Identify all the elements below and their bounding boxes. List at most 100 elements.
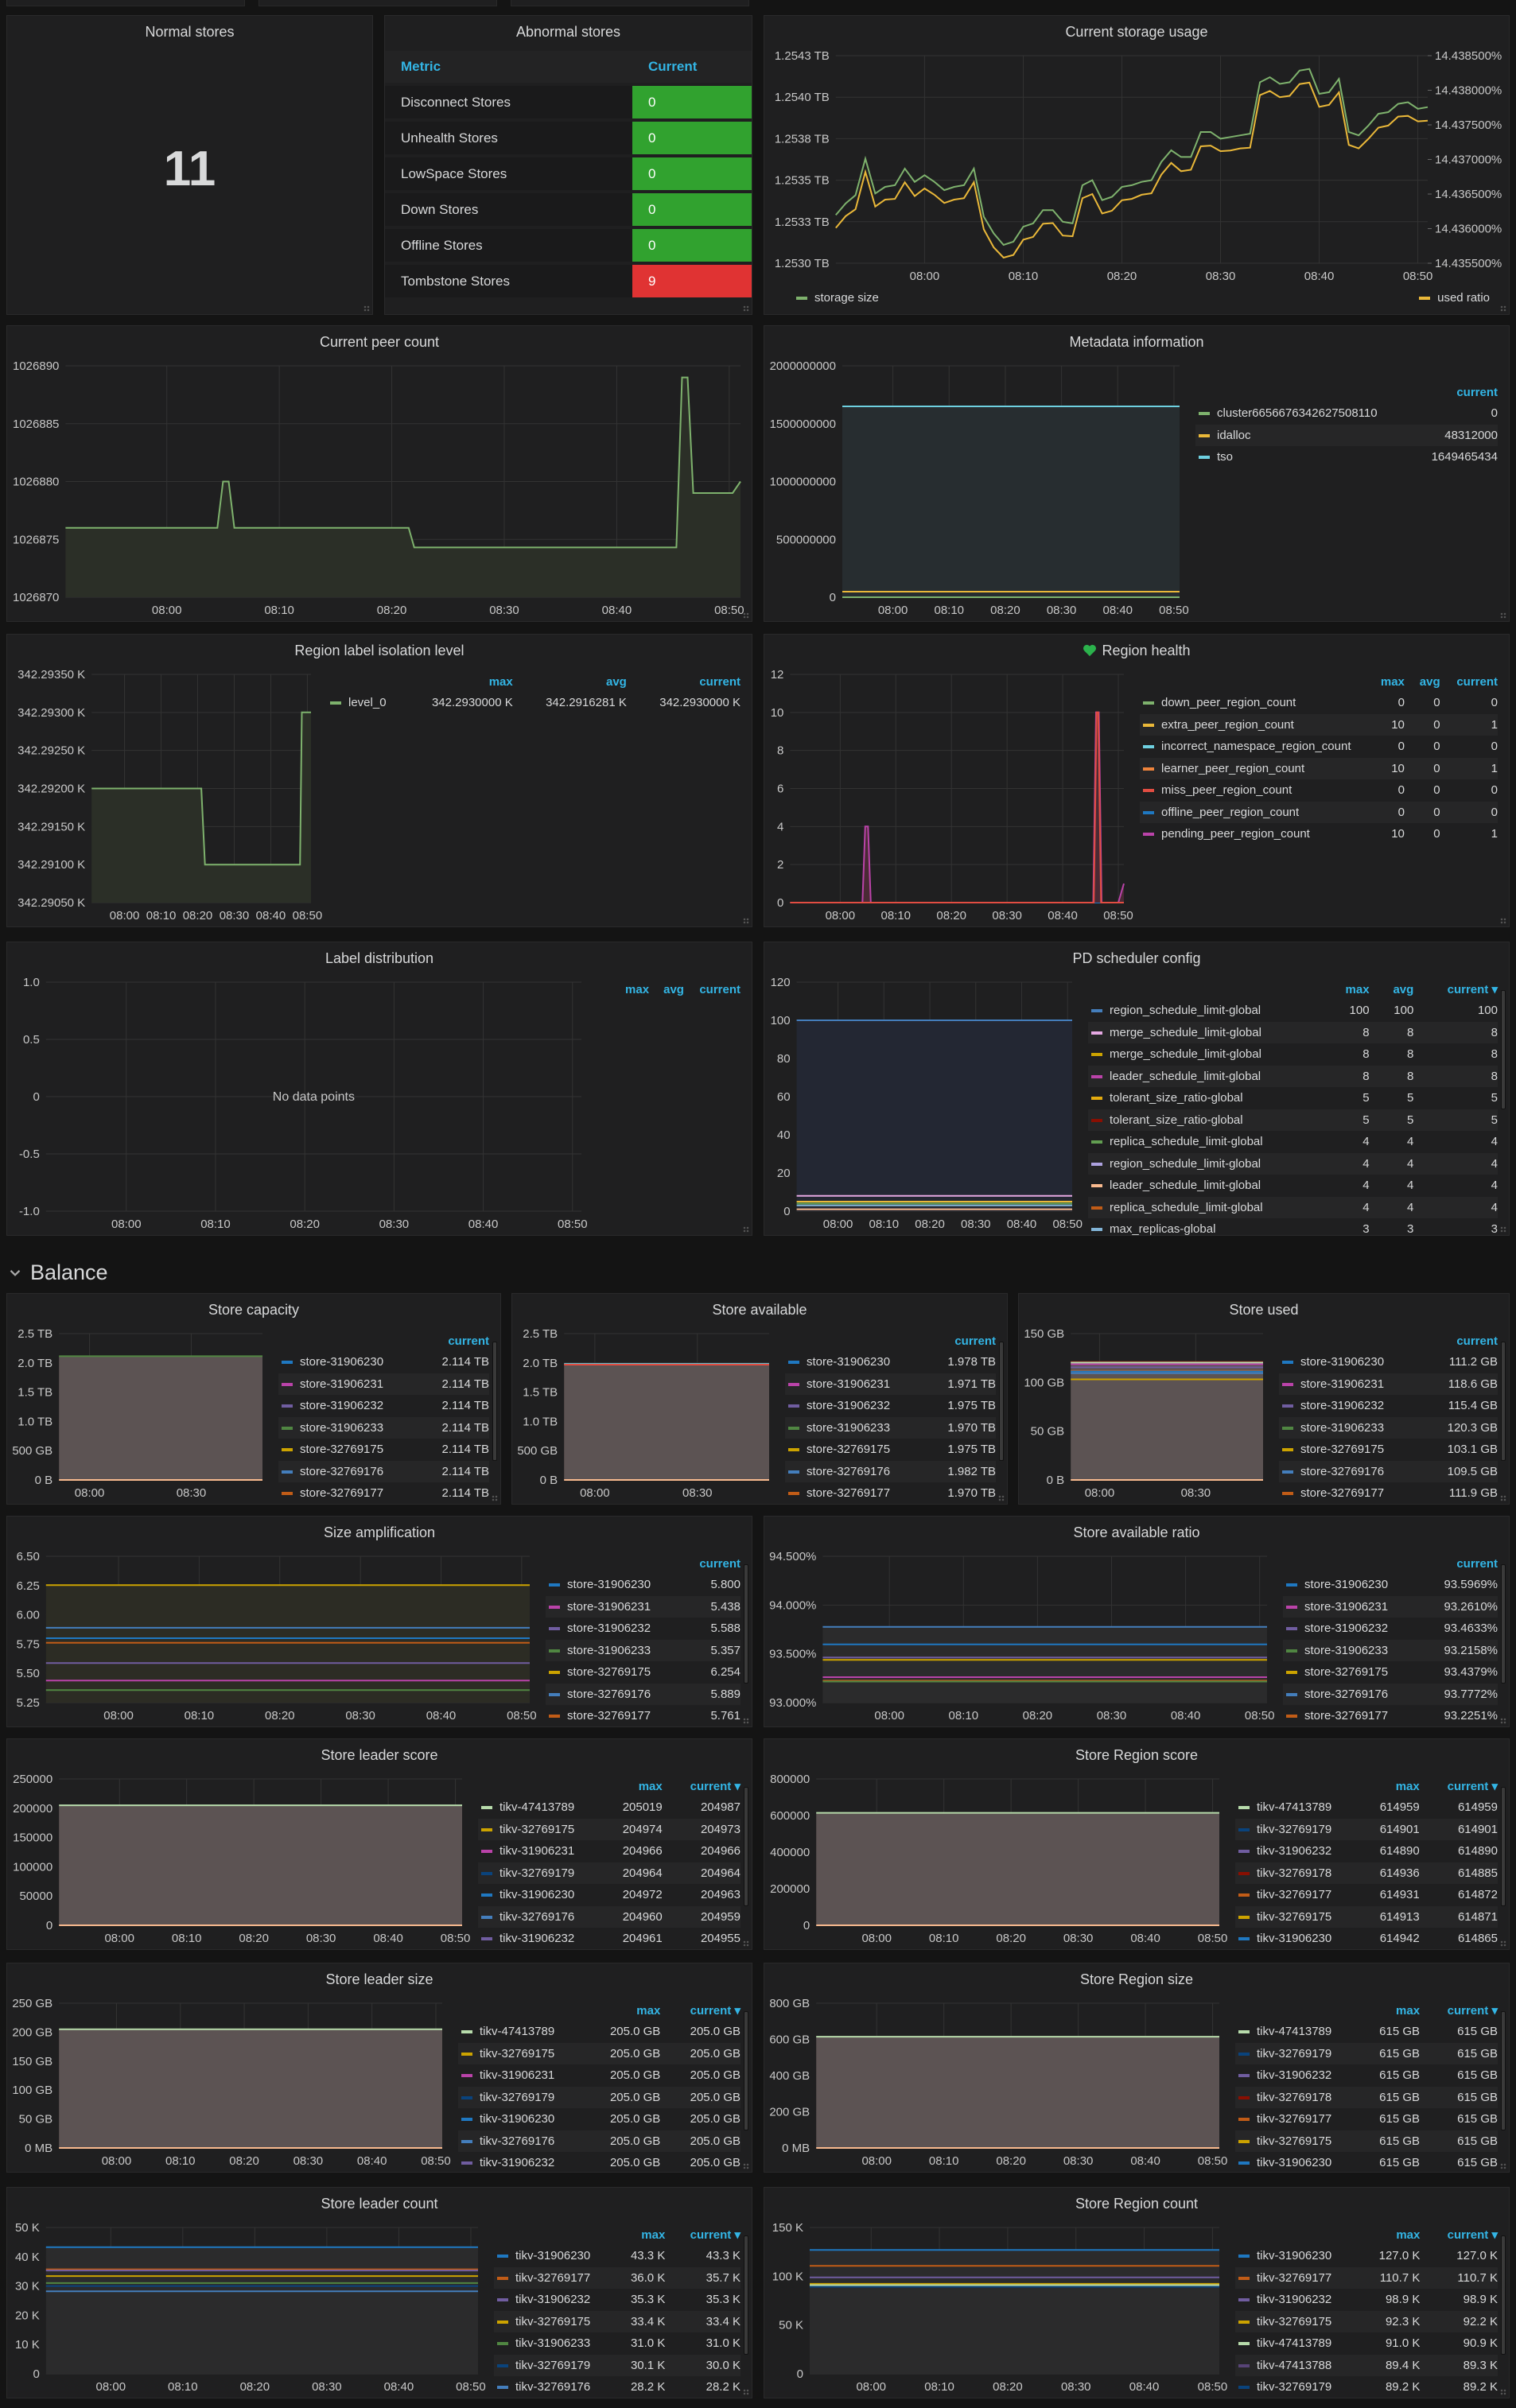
series-color-swatch[interactable] [282, 1382, 293, 1386]
legend-item[interactable]: max_replicas-global 3 3 3 [1088, 1218, 1498, 1235]
panel-title[interactable]: Normal stores [7, 16, 372, 48]
legend-item[interactable]: store-31906233 93.2158% [1283, 1639, 1498, 1661]
legend-item[interactable]: tikv-32769175 92.3 K 92.2 K [1235, 2310, 1498, 2332]
legend-scrollbar[interactable] [744, 2235, 748, 2355]
series-color-swatch[interactable] [1286, 1671, 1297, 1675]
panel-title[interactable]: Store available [512, 1294, 1007, 1326]
legend-item[interactable]: tikv-31906230 614942 614865 [1235, 1928, 1498, 1949]
legend-scrollbar[interactable] [744, 1564, 748, 1684]
series-color-swatch[interactable] [1238, 1893, 1250, 1897]
series-color-swatch[interactable] [282, 1426, 293, 1430]
series-color-swatch[interactable] [1238, 2030, 1250, 2034]
series-color-swatch[interactable] [1238, 1827, 1250, 1831]
legend-item[interactable]: idalloc 48312000 [1195, 424, 1498, 446]
legend-item[interactable]: store-31906233 120.3 GB [1279, 1416, 1498, 1439]
legend-item[interactable]: tikv-47413789 91.0 K 90.9 K [1235, 2332, 1498, 2355]
series-color-swatch[interactable] [461, 2118, 472, 2122]
legend-item[interactable]: extra_peer_region_count 10 0 1 [1140, 713, 1498, 736]
legend-column-header[interactable]: current ▾ [663, 1776, 741, 1796]
series-color-swatch[interactable] [1286, 1715, 1297, 1719]
legend-item[interactable]: replica_schedule_limit-global 4 4 4 [1088, 1196, 1498, 1218]
graph-plot[interactable]: 0 B 500 GB 1.0 TB 1.5 TB 2.0 TB 2.5 TB 08:00 08… [512, 1326, 780, 1504]
legend-item[interactable]: tikv-47413788 89.4 K 89.3 K [1235, 2354, 1498, 2376]
series-color-swatch[interactable] [1286, 1583, 1297, 1587]
series-color-swatch[interactable] [1286, 1605, 1297, 1609]
legend-item[interactable]: store-32769177 5.761 [546, 1705, 741, 1726]
legend-item[interactable]: store-32769177 2.114 TB [278, 1482, 489, 1504]
graph-plot[interactable]: 93.000% 93.500% 94.000% 94.500% 08:00 08:10 08… [764, 1548, 1278, 1726]
series-color-swatch[interactable] [788, 1492, 799, 1496]
legend-item[interactable]: store-32769176 5.889 [546, 1683, 741, 1705]
graph-plot[interactable]: 0 B 50 GB 100 GB 150 GB 08:00 08:30 [1019, 1326, 1274, 1504]
series-color-swatch[interactable] [788, 1448, 799, 1452]
series-color-swatch[interactable] [1238, 2095, 1250, 2099]
series-color-swatch[interactable] [1238, 2386, 1250, 2390]
legend-column-header[interactable]: max [581, 2000, 660, 2021]
panel-title[interactable]: Store available ratio [764, 1517, 1509, 1548]
legend-item[interactable]: level_0 342.2930000 K 342.2916281 K 342.293… [327, 692, 741, 714]
graph-plot[interactable]: 0 2 4 6 8 10 12 08:00 08:10 08:20 08:30 08:40 08:50 [764, 666, 1135, 926]
legend-item[interactable]: store-31906231 1.971 TB [785, 1373, 996, 1395]
graph-plot[interactable]: 5.25 5.50 5.75 6.00 6.25 6.50 08:00 08:10 08:20 0… [7, 1548, 541, 1726]
series-color-swatch[interactable] [461, 2161, 472, 2165]
series-color-swatch[interactable] [1238, 2052, 1250, 2056]
legend-item[interactable]: merge_schedule_limit-global 8 8 8 [1088, 1021, 1498, 1043]
series-color-swatch[interactable] [1286, 1692, 1297, 1696]
legend-item[interactable]: store-31906233 1.970 TB [785, 1416, 996, 1439]
legend-item[interactable]: tikv-32769177 615 GB 615 GB [1235, 2108, 1498, 2130]
legend-item[interactable]: store-31906230 1.978 TB [785, 1351, 996, 1373]
series-color-swatch[interactable] [1199, 456, 1210, 460]
legend-item[interactable]: tikv-31906232 205.0 GB 205.0 GB [458, 2152, 741, 2172]
graph-plot[interactable]: 0 MB 200 GB 400 GB 600 GB 800 GB 08:00 08:10 08… [764, 1995, 1230, 2172]
legend-column-header[interactable]: max [1354, 2224, 1420, 2245]
series-color-swatch[interactable] [461, 2052, 472, 2056]
legend-item[interactable]: tikv-47413789 205019 204987 [478, 1796, 741, 1819]
legend-column-header[interactable]: current [684, 979, 741, 1000]
legend-item[interactable]: store-32769175 93.4379% [1283, 1661, 1498, 1684]
panel-title[interactable]: PD scheduler config [764, 942, 1509, 974]
series-color-swatch[interactable] [1199, 433, 1210, 437]
graph-plot[interactable]: 0 500000000 1000000000 1500000000 2000000000… [764, 358, 1191, 621]
panel-title[interactable]: Store leader size [7, 1963, 752, 1995]
legend-item[interactable]: tikv-32769179 30.1 K 30.0 K [494, 2354, 741, 2376]
series-color-swatch[interactable] [461, 2095, 472, 2099]
series-color-swatch[interactable] [549, 1627, 560, 1631]
series-color-swatch[interactable] [330, 701, 341, 705]
legend-item[interactable]: tikv-31906231 204966 204966 [478, 1840, 741, 1862]
panel-title[interactable]: Metadata information [764, 326, 1509, 358]
series-color-swatch[interactable] [282, 1470, 293, 1474]
series-color-swatch[interactable] [461, 2030, 472, 2034]
legend-scrollbar[interactable] [492, 1342, 497, 1461]
series-color-swatch[interactable] [497, 2276, 508, 2280]
series-color-swatch[interactable] [1091, 1184, 1102, 1188]
legend-item[interactable]: cluster6656676342627508110 0 [1195, 402, 1498, 425]
series-color-swatch[interactable] [1238, 1937, 1250, 1941]
legend-item[interactable]: tikv-31906230 43.3 K 43.3 K [494, 2245, 741, 2267]
legend-column-header[interactable]: current [627, 671, 741, 692]
legend-column-header[interactable]: current ▾ [1420, 2224, 1498, 2245]
legend-item[interactable]: store-32769177 1.970 TB [785, 1482, 996, 1504]
legend-item[interactable]: tikv-32769177 36.0 K 35.7 K [494, 2266, 741, 2289]
legend-item[interactable]: tolerant_size_ratio-global 5 5 5 [1088, 1109, 1498, 1131]
legend-item[interactable]: store-32769176 2.114 TB [278, 1460, 489, 1482]
series-color-swatch[interactable] [481, 1893, 492, 1897]
series-color-swatch[interactable] [481, 1937, 492, 1941]
series-color-swatch[interactable] [1238, 2363, 1250, 2367]
series-color-swatch[interactable] [1238, 1806, 1250, 1810]
series-color-swatch[interactable] [497, 2298, 508, 2302]
series-color-swatch[interactable] [1282, 1448, 1293, 1452]
legend-column-header[interactable]: max [1320, 979, 1370, 1000]
panel-title[interactable]: Store Region count [764, 2188, 1509, 2220]
legend-item[interactable]: store-32769177 93.2251% [1283, 1705, 1498, 1726]
series-color-swatch[interactable] [1143, 745, 1154, 749]
legend-scrollbar[interactable] [1501, 1564, 1506, 1684]
series-color-swatch[interactable] [1091, 1118, 1102, 1122]
legend-item[interactable]: tikv-31906232 35.3 K 35.3 K [494, 2289, 741, 2311]
series-color-swatch[interactable] [1238, 1850, 1250, 1854]
legend-column-header[interactable]: avg [649, 979, 684, 1000]
legend-item[interactable]: learner_peer_region_count 10 0 1 [1140, 757, 1498, 779]
legend-item[interactable]: store-32769176 1.982 TB [785, 1460, 996, 1482]
legend-item[interactable]: tikv-32769176 28.2 K 28.2 K [494, 2376, 741, 2398]
series-color-swatch[interactable] [1091, 1162, 1102, 1166]
series-color-swatch[interactable] [497, 2255, 508, 2258]
